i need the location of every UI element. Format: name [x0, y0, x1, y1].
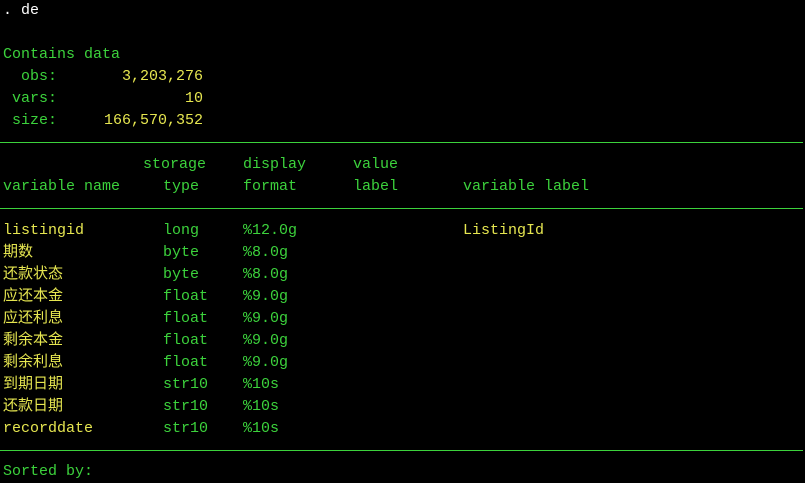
command-line: . de — [3, 2, 40, 19]
display-format: %12.0g — [243, 222, 298, 239]
storage-type: long — [163, 222, 200, 239]
display-format: %10s — [243, 420, 280, 437]
storage-type: str10 — [163, 420, 209, 437]
variable-name: 应还本金 — [3, 288, 64, 305]
header-display-top: display — [243, 156, 307, 173]
variable-name: 还款状态 — [3, 266, 64, 283]
header-value-top: value — [353, 156, 399, 173]
display-format: %9.0g — [243, 288, 289, 305]
storage-type: str10 — [163, 398, 209, 415]
size-label: size: — [12, 112, 58, 129]
display-format: %10s — [243, 398, 280, 415]
display-format: %9.0g — [243, 354, 289, 371]
header-storage-top: storage — [143, 156, 207, 173]
storage-type: str10 — [163, 376, 209, 393]
storage-type: float — [163, 310, 209, 327]
variable-name: 剩余本金 — [3, 332, 64, 349]
storage-type: float — [163, 354, 209, 371]
storage-type: float — [163, 332, 209, 349]
obs-value: 3,203,276 — [121, 68, 203, 85]
variable-name: 应还利息 — [3, 310, 64, 327]
header-value-bottom: label — [353, 178, 399, 195]
variable-label: ListingId — [463, 222, 545, 239]
storage-type: byte — [163, 244, 200, 261]
contains-data-heading: Contains data — [3, 46, 121, 63]
display-format: %8.0g — [243, 244, 289, 261]
variable-name: recorddate — [3, 420, 94, 437]
variable-name: 期数 — [3, 244, 34, 261]
variable-name: 剩余利息 — [3, 354, 64, 371]
size-value: 166,570,352 — [103, 112, 203, 129]
divider-bottom — [0, 450, 803, 451]
variable-name: listingid — [3, 222, 85, 239]
obs-label: obs: — [21, 68, 58, 85]
divider-top — [0, 142, 803, 143]
vars-value: 10 — [184, 90, 203, 107]
storage-type: byte — [163, 266, 200, 283]
variable-name: 到期日期 — [3, 376, 64, 393]
header-variable-name: variable name — [3, 178, 121, 195]
display-format: %8.0g — [243, 266, 289, 283]
header-display-bottom: format — [243, 178, 298, 195]
variable-name: 还款日期 — [3, 398, 64, 415]
vars-label: vars: — [12, 90, 58, 107]
storage-type: float — [163, 288, 209, 305]
divider-middle — [0, 208, 803, 209]
display-format: %9.0g — [243, 332, 289, 349]
header-variable-label: variable label — [463, 178, 590, 195]
sorted-by-label: Sorted by: — [3, 463, 94, 480]
header-storage-bottom: type — [163, 178, 200, 195]
display-format: %10s — [243, 376, 280, 393]
display-format: %9.0g — [243, 310, 289, 327]
